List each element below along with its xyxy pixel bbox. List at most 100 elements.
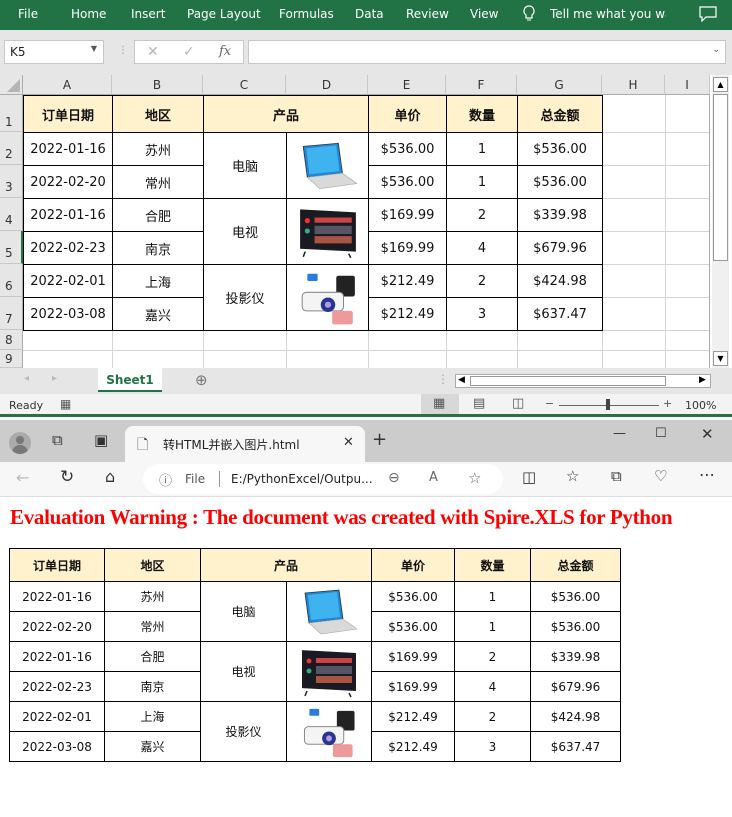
- scroll-thumb[interactable]: [713, 94, 728, 261]
- cell-product-image[interactable]: [286, 264, 369, 331]
- row-header-4[interactable]: 4: [0, 198, 23, 231]
- cell-total[interactable]: $339.98: [517, 198, 603, 232]
- cell-region[interactable]: 南京: [112, 231, 204, 265]
- cell-total[interactable]: $637.47: [517, 297, 603, 331]
- scroll-right-icon[interactable]: ▶: [699, 375, 706, 385]
- prev-sheet-icon[interactable]: ◂: [24, 373, 29, 384]
- separator-handle[interactable]: ⋮: [118, 45, 128, 59]
- tab-view[interactable]: View: [470, 7, 498, 21]
- tab-file[interactable]: File: [18, 7, 38, 21]
- cell-price[interactable]: $169.99: [368, 198, 447, 232]
- next-sheet-icon[interactable]: ▸: [52, 373, 57, 384]
- col-header-i[interactable]: I: [665, 75, 710, 95]
- row-header-1[interactable]: 1: [0, 95, 23, 132]
- browser-tab-active[interactable]: 🗋 转HTML并嵌入图片.html ✕: [125, 426, 365, 462]
- maximize-icon[interactable]: ☐: [655, 426, 667, 441]
- page-layout-view-icon[interactable]: ▤: [473, 396, 485, 411]
- projector-image[interactable]: [297, 269, 359, 327]
- browser-essentials-icon[interactable]: ♡: [654, 467, 667, 485]
- row-header-3[interactable]: 3: [0, 165, 23, 198]
- zoom-out-icon[interactable]: −: [545, 397, 554, 410]
- tab-page-layout[interactable]: Page Layout: [187, 7, 261, 21]
- cell-date[interactable]: 2022-02-20: [23, 165, 113, 199]
- header-cell-price[interactable]: 单价: [368, 95, 447, 133]
- cell-price[interactable]: $212.49: [368, 264, 447, 298]
- row-header-8[interactable]: 8: [0, 330, 23, 350]
- comment-icon[interactable]: [699, 6, 717, 22]
- profile-avatar[interactable]: [9, 432, 31, 454]
- row-header-6[interactable]: 6: [0, 264, 23, 297]
- hscroll-thumb[interactable]: [470, 376, 666, 386]
- page-break-view-icon[interactable]: ◫: [512, 396, 524, 411]
- col-header-d[interactable]: D: [286, 75, 368, 95]
- horizontal-scrollbar[interactable]: ◀ ▶: [455, 374, 711, 388]
- insert-function-icon[interactable]: fx: [219, 44, 231, 59]
- cell-date[interactable]: 2022-02-23: [23, 231, 113, 265]
- col-header-b[interactable]: B: [112, 75, 203, 95]
- cancel-icon[interactable]: ✕: [147, 44, 159, 60]
- row-header-5[interactable]: 5: [0, 231, 23, 264]
- scroll-down-icon[interactable]: ▼: [713, 351, 728, 366]
- tv-image[interactable]: [297, 203, 359, 261]
- cell-product-name[interactable]: 电脑: [203, 132, 287, 199]
- scroll-up-icon[interactable]: ▲: [713, 77, 728, 92]
- cell-qty[interactable]: 1: [446, 132, 518, 166]
- cell-date[interactable]: 2022-02-01: [23, 264, 113, 298]
- cell-date[interactable]: 2022-03-08: [23, 297, 113, 331]
- laptop-image[interactable]: [297, 137, 359, 195]
- minimize-icon[interactable]: —: [613, 426, 626, 441]
- header-cell-qty[interactable]: 数量: [446, 95, 518, 133]
- row-header-9[interactable]: 9: [0, 350, 23, 368]
- sheet-tab-sheet1[interactable]: Sheet1: [98, 368, 162, 392]
- workspaces-icon[interactable]: ⧉: [52, 431, 63, 449]
- cell-region[interactable]: 合肥: [112, 198, 204, 232]
- name-box[interactable]: K5 ▼: [4, 40, 104, 64]
- zoom-icon[interactable]: ⊖: [388, 470, 400, 486]
- zoom-slider-thumb[interactable]: [606, 399, 610, 410]
- cell-price[interactable]: $536.00: [368, 132, 447, 166]
- row-header-2[interactable]: 2: [0, 132, 23, 165]
- zoom-in-icon[interactable]: +: [663, 397, 672, 410]
- refresh-icon[interactable]: ↻: [60, 467, 74, 487]
- cell-region[interactable]: 苏州: [112, 132, 204, 166]
- collections-icon[interactable]: ⧉: [611, 467, 622, 485]
- close-tab-icon[interactable]: ✕: [343, 435, 354, 450]
- cell-region[interactable]: 上海: [112, 264, 204, 298]
- cell-product-image[interactable]: [286, 198, 369, 265]
- formula-input[interactable]: ⌄: [248, 40, 726, 64]
- col-header-h[interactable]: H: [602, 75, 665, 95]
- cell-price[interactable]: $536.00: [368, 165, 447, 199]
- back-icon[interactable]: ←: [16, 468, 29, 487]
- cell-date[interactable]: 2022-01-16: [23, 198, 113, 232]
- normal-view-button[interactable]: ▦: [421, 394, 459, 414]
- cell-price[interactable]: $169.99: [368, 231, 447, 265]
- enter-icon[interactable]: ✓: [183, 44, 195, 60]
- header-cell-date[interactable]: 订单日期: [23, 95, 113, 133]
- cell-region[interactable]: 常州: [112, 165, 204, 199]
- vertical-tabs-icon[interactable]: ▣: [94, 431, 108, 449]
- info-icon[interactable]: ⓘ: [159, 470, 172, 489]
- header-cell-region[interactable]: 地区: [112, 95, 204, 133]
- tab-insert[interactable]: Insert: [131, 7, 165, 21]
- favorites-icon[interactable]: ☆: [566, 467, 579, 485]
- zoom-level[interactable]: 100%: [685, 399, 716, 412]
- split-handle[interactable]: ⋮: [437, 372, 449, 386]
- col-header-a[interactable]: A: [23, 75, 112, 95]
- tab-home[interactable]: Home: [71, 7, 106, 21]
- chevron-down-icon[interactable]: ▼: [91, 44, 97, 53]
- cell-qty[interactable]: 1: [446, 165, 518, 199]
- address-url[interactable]: E:/PythonExcel/Outpu...: [231, 472, 373, 486]
- tab-data[interactable]: Data: [355, 7, 384, 21]
- close-window-icon[interactable]: ✕: [701, 425, 714, 443]
- cell-region[interactable]: 嘉兴: [112, 297, 204, 331]
- cell-qty[interactable]: 4: [446, 231, 518, 265]
- tab-formulas[interactable]: Formulas: [279, 7, 334, 21]
- cell-qty[interactable]: 2: [446, 198, 518, 232]
- cell-total[interactable]: $536.00: [517, 165, 603, 199]
- cell-total[interactable]: $424.98: [517, 264, 603, 298]
- tell-me-search[interactable]: Tell me what you want: [550, 7, 666, 21]
- col-header-c[interactable]: C: [203, 75, 286, 95]
- address-bar[interactable]: ⓘ File E:/PythonExcel/Outpu... ⊖ A ☆: [143, 464, 503, 494]
- cell-qty[interactable]: 3: [446, 297, 518, 331]
- col-header-f[interactable]: F: [446, 75, 517, 95]
